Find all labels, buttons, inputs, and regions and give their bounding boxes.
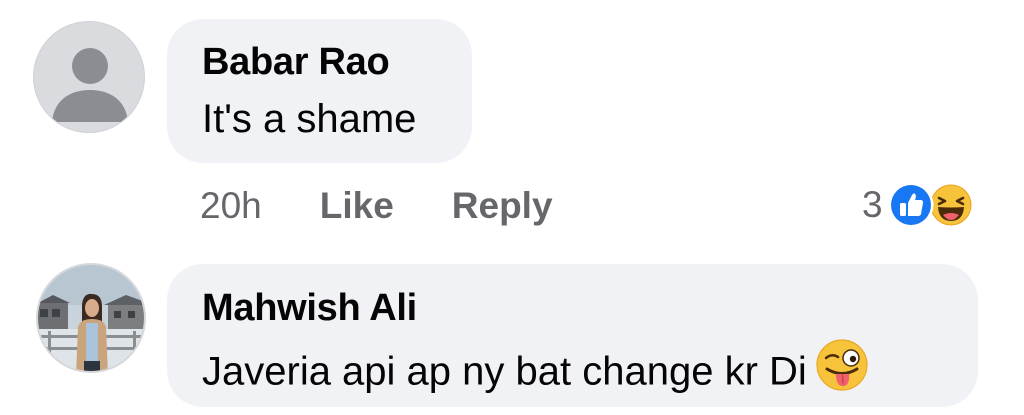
comments-thread: Babar Rao It's a shame 20h Like Reply 3 <box>0 0 1024 415</box>
comment-actions: 20h Like Reply <box>200 184 553 228</box>
comment-text: It's a shame <box>202 97 417 141</box>
comment-author[interactable]: Babar Rao <box>202 41 390 84</box>
comment-bubble: Babar Rao It's a shame <box>167 19 472 163</box>
winking-tongue-face-icon <box>816 339 868 391</box>
comment-text: Javeria api ap ny bat change kr Di <box>202 349 807 394</box>
comment-author[interactable]: Mahwish Ali <box>202 287 417 330</box>
reaction-summary[interactable]: 3 <box>862 181 975 229</box>
like-icon <box>888 182 934 228</box>
default-user-icon <box>52 48 128 122</box>
avatar[interactable] <box>36 263 146 373</box>
avatar[interactable] <box>33 21 145 133</box>
profile-photo-image <box>38 265 144 371</box>
comment-timestamp[interactable]: 20h <box>200 185 262 227</box>
comment-text-line: Javeria api ap ny bat change kr Di <box>202 339 869 406</box>
comment-bubble: Mahwish Ali Javeria api ap ny bat change… <box>167 264 978 407</box>
reaction-count: 3 <box>862 184 883 225</box>
like-button[interactable]: Like <box>320 185 394 227</box>
reply-button[interactable]: Reply <box>452 185 553 227</box>
